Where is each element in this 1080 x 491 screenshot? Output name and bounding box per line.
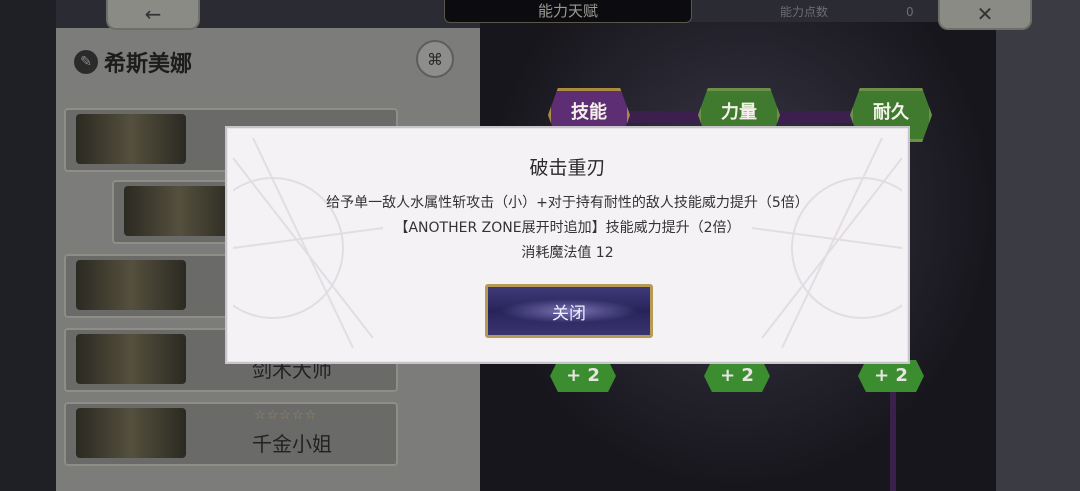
back-button[interactable]: ← — [106, 0, 200, 30]
rarity-stars: ☆☆☆☆☆ — [254, 408, 318, 423]
node-label: 耐久 — [873, 102, 909, 123]
skill-detail-dialog: 破击重刃 给予单一敌人水属性斩攻击（小）+对于持有耐性的敌人技能威力提升（5倍）… — [225, 126, 910, 364]
skill-title: 破击重刃 — [529, 157, 606, 179]
ability-points-value: 0 — [906, 5, 914, 19]
node-value: + 2 — [566, 365, 600, 386]
character-portrait — [76, 334, 186, 384]
talent-node-plus[interactable]: + 2 — [704, 360, 770, 392]
left-edge — [0, 0, 56, 491]
character-portrait — [76, 408, 186, 458]
character-portrait — [76, 260, 186, 310]
character-portrait — [124, 186, 234, 236]
skill-description: 给予单一敌人水属性斩攻击（小）+对于持有耐性的敌人技能威力提升（5倍） — [326, 195, 809, 211]
close-button[interactable]: 关闭 — [485, 284, 653, 338]
node-label: 力量 — [721, 102, 757, 123]
emblem-icon: ✎ — [74, 50, 98, 74]
close-icon: ✕ — [976, 2, 994, 26]
skill-bonus: 【ANOTHER ZONE展开时追加】技能威力提升（2倍） — [394, 220, 741, 236]
character-card[interactable]: ☆☆☆☆☆ 千金小姐 — [64, 402, 398, 466]
right-edge — [996, 0, 1080, 491]
character-name: 希斯美娜 — [104, 52, 193, 77]
character-portrait — [76, 114, 186, 164]
close-button-label: 关闭 — [552, 303, 586, 324]
talent-node-plus[interactable]: + 2 — [550, 360, 616, 392]
screen-title: 能力天赋 — [444, 0, 692, 23]
node-connector — [890, 380, 896, 491]
arrow-left-icon: ← — [144, 2, 162, 26]
exit-button[interactable]: ✕ — [938, 0, 1032, 30]
skill-mp-cost: 消耗魔法值 12 — [521, 245, 614, 261]
character-name-header: ✎ 希斯美娜 — [74, 46, 192, 78]
character-card-name: 千金小姐 — [252, 432, 332, 456]
node-value: + 2 — [874, 365, 908, 386]
swap-button[interactable]: ⌘ — [416, 40, 454, 78]
swap-icon: ⌘ — [427, 49, 443, 69]
talent-node-plus[interactable]: + 2 — [858, 360, 924, 392]
ability-points-label: 能力点数 — [780, 5, 829, 19]
node-value: + 2 — [720, 365, 754, 386]
node-label: 技能 — [571, 102, 607, 123]
